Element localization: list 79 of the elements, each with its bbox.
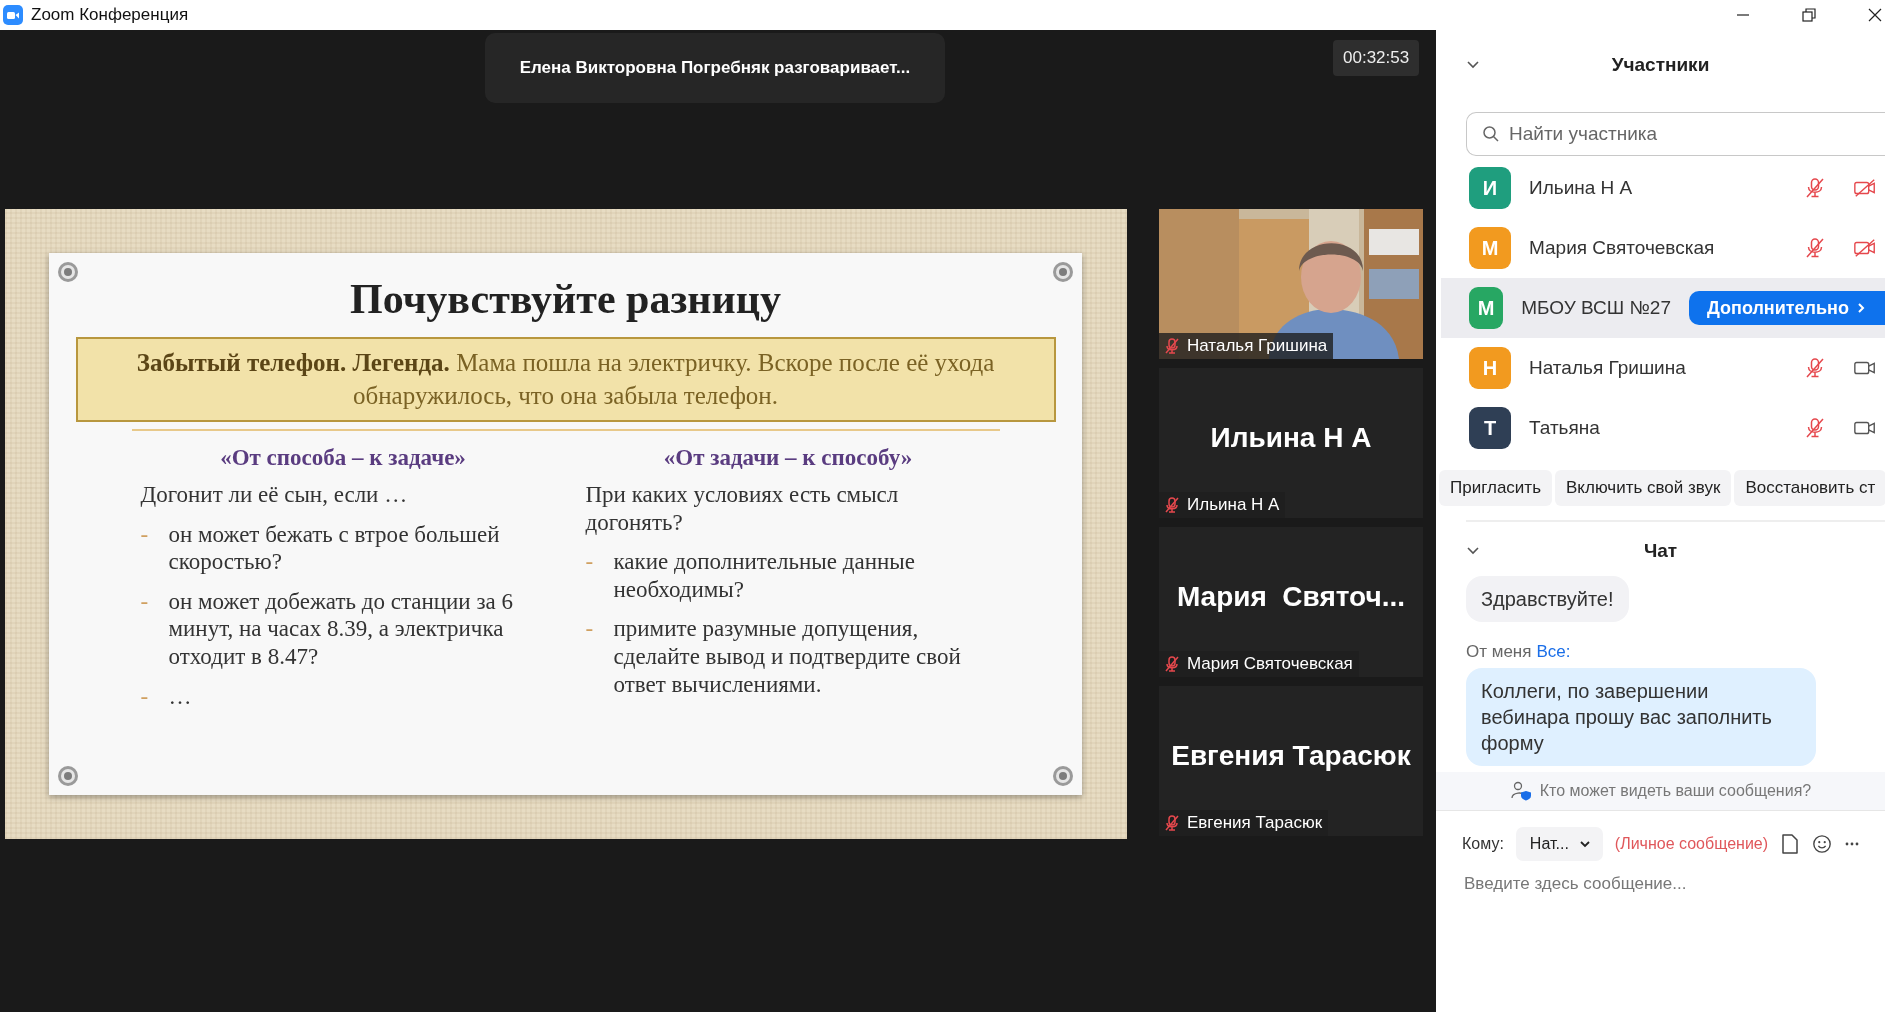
panel-title: Участники (1611, 54, 1710, 76)
slide-text: Догонит ли её сын, если … (140, 481, 409, 509)
participant-label: Евгения Тарасюк (1187, 813, 1323, 833)
participant-row[interactable]: И Ильина Н А (1441, 158, 1885, 218)
pin-icon (57, 765, 79, 787)
participant-label: Наталья Гришина (1187, 336, 1328, 356)
search-icon (1482, 125, 1500, 143)
message-recipient[interactable]: Все: (1536, 642, 1571, 662)
emoji-icon[interactable] (1812, 833, 1833, 855)
window-title: Zoom Конференция (31, 5, 189, 25)
pin-icon (57, 261, 79, 283)
private-note: (Личное сообщение) (1614, 835, 1769, 853)
participant-name: МБОУ ВСШ №27 (1521, 297, 1671, 319)
participant-label: Ильина Н А (1187, 495, 1280, 515)
caret-icon (1578, 840, 1591, 848)
message-input[interactable]: Введите здесь сообщение... (1462, 873, 1846, 895)
close-icon[interactable] (1867, 7, 1883, 23)
participant-name: Ильина Н А (1210, 422, 1372, 454)
slide-text: какие дополнительные данные необходимы? (613, 548, 916, 604)
participant-name: Татьяна (1529, 417, 1601, 439)
meeting-timer: 00:32:53 (1333, 40, 1420, 76)
column-heading: «От способа – к задаче» (219, 445, 467, 471)
bullet-marker: - (140, 520, 149, 549)
muted-mic-icon[interactable] (1803, 176, 1827, 200)
participant-label: Мария Святочевская (1187, 654, 1353, 674)
restore-icon[interactable] (1801, 7, 1817, 23)
panel-button[interactable]: Восстановить ст (1734, 470, 1885, 506)
chat-message: Коллеги, по завершении вебинара прошу вас заполнить форму (1466, 668, 1816, 766)
collapse-icon[interactable] (1466, 60, 1480, 70)
participant-name: Мария Святоч... (1176, 581, 1406, 613)
video-off-icon[interactable] (1853, 236, 1877, 260)
collapse-icon[interactable] (1466, 546, 1480, 556)
file-icon[interactable] (1780, 833, 1801, 855)
muted-mic-icon[interactable] (1803, 416, 1827, 440)
slide-text: он может добежать до станции за 6 минут, на часах 8.39, а электричка отходит в 8.47? (168, 587, 514, 671)
chat-message: Здравствуйте! (1466, 576, 1629, 622)
slide-text: … (168, 682, 193, 711)
slide-title: Почувствуйте разницу (350, 275, 781, 323)
pin-icon (1052, 765, 1074, 787)
speaker-banner: Елена Викторовна Погребняк разговаривает... (485, 33, 945, 103)
muted-mic-icon[interactable] (1803, 236, 1827, 260)
panel-button[interactable]: Включить свой звук (1555, 470, 1732, 506)
column-heading: «От задачи – к способу» (662, 445, 914, 471)
user-shield-icon (1509, 781, 1532, 801)
avatar: М (1469, 227, 1511, 269)
slide-text: он может бежать с втрое большей скоростью? (168, 520, 501, 576)
bullet-marker: - (585, 548, 594, 577)
notice-text: Кто может видеть ваши сообщения? (1539, 782, 1812, 800)
avatar: Н (1469, 347, 1511, 389)
participant-name: Наталья Гришина (1529, 357, 1687, 379)
privacy-notice[interactable]: Кто может видеть ваши сообщения? (1436, 772, 1885, 811)
participant-row[interactable]: М МБОУ ВСШ №27 Дополнительно (1441, 278, 1885, 338)
panel-button[interactable]: Пригласить (1439, 470, 1552, 506)
participant-row[interactable]: Т Татьяна (1441, 398, 1885, 458)
participant-name: Евгения Тарасюк (1171, 740, 1411, 772)
participant-name: Мария Святочевская (1529, 237, 1716, 259)
more-button[interactable]: Дополнительно (1688, 291, 1885, 325)
message-sender: От меня (1466, 642, 1532, 662)
bullet-marker: - (140, 682, 149, 711)
avatar: Т (1469, 407, 1511, 449)
muted-mic-icon[interactable] (1803, 356, 1827, 380)
chevron-icon (1857, 302, 1865, 314)
video-off-icon[interactable] (1853, 176, 1877, 200)
recipient-dropdown[interactable]: Нат... (1515, 827, 1603, 861)
search-field[interactable]: Найти участника (1466, 112, 1885, 156)
participant-name: Ильина Н А (1529, 177, 1634, 199)
slide-text: примите разумные допущения, сделайте вывод и подтвердите свой ответ вычислениями. (613, 615, 962, 699)
panel-title: Чат (1643, 540, 1678, 562)
bullet-marker: - (585, 615, 594, 644)
pin-icon (1052, 261, 1074, 283)
legend-box: Забытый телефон. Легенда. Мама пошла на электричку. Вскоре после её ухода обнаружилось, что она забыла телефон. (75, 337, 1056, 422)
bullet-marker: - (140, 587, 149, 616)
slide-text: При каких условиях есть смысл догонять? (585, 481, 900, 537)
participant-row[interactable]: М Мария Святочевская (1441, 218, 1885, 278)
camera-icon (3, 5, 23, 25)
to-label: Кому: (1462, 835, 1504, 853)
avatar: М (1469, 287, 1504, 329)
participant-row[interactable]: Н Наталья Гришина (1441, 338, 1885, 398)
avatar: И (1469, 167, 1511, 209)
